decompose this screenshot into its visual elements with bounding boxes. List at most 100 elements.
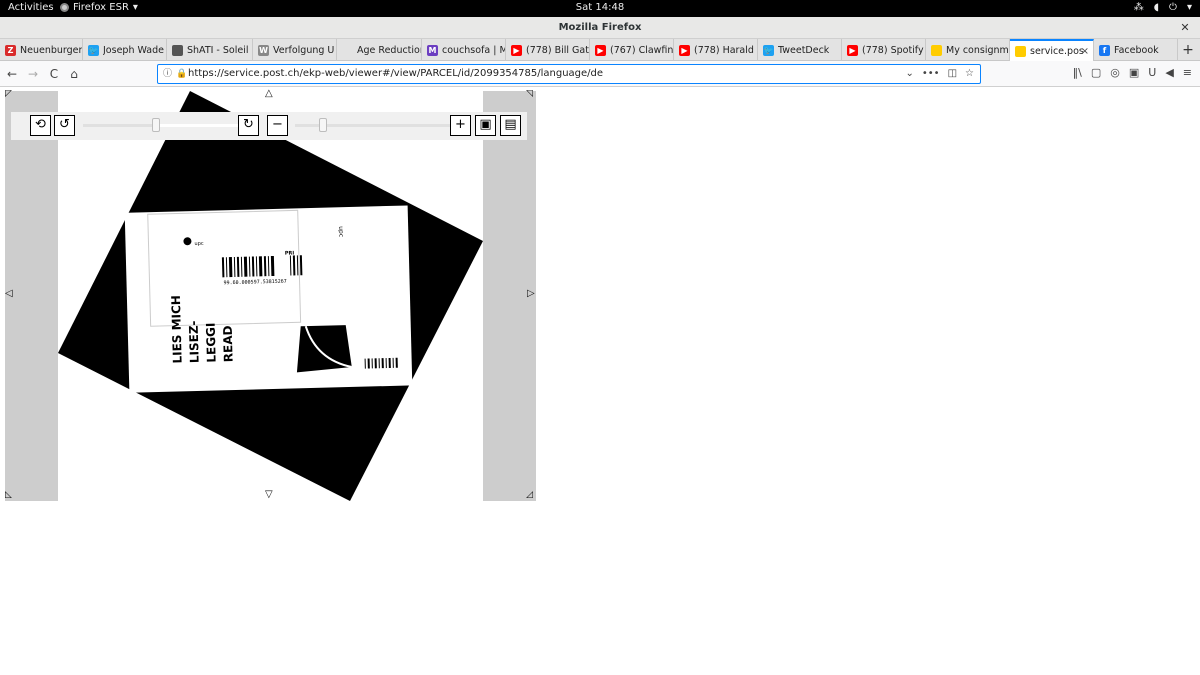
url-dropdown-icon[interactable]: ⌄ [905, 65, 913, 83]
parcel-box: upc upc 99.60.000597.53815267 PRI LIES M… [124, 205, 413, 393]
tab-label: couchsofa | M [442, 44, 505, 56]
tab-favicon-icon: Z [5, 44, 16, 56]
window-title: Mozilla Firefox [558, 22, 642, 33]
tab-favicon-icon: ▶ [595, 44, 606, 56]
print-button[interactable]: ▤ [500, 115, 521, 136]
library-icon[interactable]: ‖\ [1073, 66, 1082, 79]
toolbar-icons: ‖\ ▢ ◎ ▣ U ◀ ≡ [1073, 66, 1192, 79]
tab-13[interactable]: f Facebook [1094, 39, 1178, 61]
url-bar[interactable]: ⓘ 🔒 https://service.post.ch/ekp-web/view… [157, 64, 981, 84]
tab-label: Verfolgung U [273, 44, 335, 56]
chevron-down-icon: ▾ [1186, 2, 1192, 13]
tab-favicon-icon: ▶ [679, 44, 690, 56]
tab-0[interactable]: Z Neuenburger [0, 39, 83, 61]
zoom-in-button[interactable]: + [450, 115, 471, 136]
tab-4[interactable]: Age Reduction Br [337, 39, 422, 61]
reload-button[interactable]: C [46, 66, 62, 82]
read-me-line-2: LISEZ- [187, 320, 202, 363]
tab-favicon-icon [931, 44, 942, 56]
resize-handle-bottom-left[interactable]: ◺ [5, 490, 12, 500]
back-button[interactable]: ← [4, 66, 20, 82]
resize-handle-top-left[interactable]: ◸ [5, 89, 12, 99]
pan-down-arrow[interactable]: ▽ [265, 489, 273, 500]
tab-favicon-icon: f [1099, 44, 1110, 56]
account-icon[interactable]: ◎ [1110, 66, 1120, 79]
tab-favicon-icon: 🐦 [88, 44, 99, 56]
tab-label: service.pos [1030, 46, 1084, 57]
rotate-reset-button[interactable]: ⟲ [30, 115, 51, 136]
activities-button[interactable]: Activities [8, 2, 54, 13]
tab-favicon-icon: ▶ [511, 44, 522, 56]
tab-label: Age Reduction Br [357, 44, 421, 56]
forward-button[interactable]: → [25, 66, 41, 82]
tab-favicon-icon [172, 44, 183, 56]
clock[interactable]: Sat 14:48 [576, 2, 624, 13]
new-tab-button[interactable]: + [1178, 39, 1198, 60]
pan-right-arrow[interactable]: ▷ [527, 288, 535, 299]
sidebar-icon[interactable]: ▢ [1091, 66, 1101, 79]
announce-icon[interactable]: ◀ [1165, 66, 1173, 79]
bookmark-star-icon[interactable]: ☆ [965, 65, 974, 83]
fit-to-screen-button[interactable]: ▣ [475, 115, 496, 136]
read-me-line-1: LIES MICH [169, 295, 185, 364]
page-actions-icon[interactable]: ••• [922, 65, 940, 83]
tab-7[interactable]: ▶ (767) Clawfing [590, 39, 674, 61]
parcel-image-viewer[interactable]: upc upc 99.60.000597.53815267 PRI LIES M… [5, 88, 536, 501]
pan-left-arrow[interactable]: ◁ [5, 288, 13, 299]
window-close-button[interactable]: ✕ [1178, 21, 1192, 35]
tab-6[interactable]: ▶ (778) Bill Gate [506, 39, 590, 61]
navigation-toolbar: ← → C ⌂ ⓘ 🔒 https://service.post.ch/ekp-… [0, 61, 1200, 87]
tab-label: Facebook [1114, 44, 1159, 56]
parcel-scan-image: upc upc 99.60.000597.53815267 PRI LIES M… [58, 91, 483, 501]
resize-handle-bottom-right[interactable]: ◿ [526, 490, 533, 500]
brand-side-text: upc [337, 226, 344, 237]
extension-icon[interactable]: ▣ [1129, 66, 1139, 79]
tab-favicon-icon: ▶ [847, 44, 858, 56]
tab-10[interactable]: ▶ (778) Spotify [842, 39, 926, 61]
rotate-left-button[interactable]: ↺ [54, 115, 75, 136]
pan-up-arrow[interactable]: △ [265, 88, 273, 99]
tab-3[interactable]: W Verfolgung U [253, 39, 337, 61]
pocket-icon[interactable]: ◫ [948, 65, 957, 83]
tab-2[interactable]: ShATI - Soleil [167, 39, 253, 61]
system-tray[interactable]: ⁂ ◖ ⏻ ▾ [1134, 2, 1192, 13]
network-icon: ⁂ [1133, 2, 1144, 13]
zoom-slider-handle[interactable] [318, 118, 327, 132]
hamburger-menu-icon[interactable]: ≡ [1183, 66, 1192, 79]
app-menu[interactable]: Firefox ESR ▾ [60, 2, 138, 13]
brand-text: upc [194, 241, 203, 247]
resize-handle-top-right[interactable]: ◹ [526, 89, 533, 99]
firefox-icon [60, 3, 69, 12]
tab-close-icon[interactable]: × [1081, 46, 1089, 57]
tab-favicon-icon: M [427, 44, 438, 56]
tab-label: (767) Clawfing [610, 44, 673, 56]
volume-icon: ◖ [1153, 2, 1160, 13]
app-menu-label: Firefox ESR [73, 2, 129, 13]
tab-label: Neuenburger [20, 44, 82, 56]
tab-9[interactable]: 🐦 TweetDeck [758, 39, 842, 61]
tab-5[interactable]: Mcouchsofa | M [422, 39, 506, 61]
rotate-right-button[interactable]: ↻ [238, 115, 259, 136]
tab-12[interactable]: service.pos × [1010, 39, 1094, 62]
window-title-bar: Mozilla Firefox ✕ [0, 17, 1200, 39]
info-icon[interactable]: ⓘ [163, 65, 172, 83]
rotation-slider-fill [155, 124, 238, 127]
tab-8[interactable]: ▶ (778) Harald L [674, 39, 758, 61]
tab-label: Joseph Wade [103, 44, 164, 56]
rotation-slider-handle[interactable] [151, 118, 160, 132]
zoom-out-button[interactable]: − [267, 115, 288, 136]
ublock-icon[interactable]: U [1148, 66, 1156, 79]
tab-strip: Z Neuenburger 🐦 Joseph Wade ShATI - Soleil W V… [0, 39, 1200, 62]
tab-favicon-icon: 🐦 [763, 44, 774, 56]
tab-favicon-icon: W [258, 44, 269, 56]
code-box-text: PRI [285, 250, 295, 256]
tab-favicon-icon [342, 44, 353, 56]
tab-label: My consignme [946, 44, 1009, 56]
lock-icon[interactable]: 🔒 [176, 65, 187, 83]
read-me-line-3: LEGGI [204, 322, 219, 362]
home-button[interactable]: ⌂ [66, 66, 82, 82]
tab-1[interactable]: 🐦 Joseph Wade [83, 39, 167, 61]
url-text[interactable]: https://service.post.ch/ekp-web/viewer#/… [188, 68, 603, 79]
tab-11[interactable]: My consignme [926, 39, 1010, 61]
tab-label: TweetDeck [778, 44, 830, 56]
